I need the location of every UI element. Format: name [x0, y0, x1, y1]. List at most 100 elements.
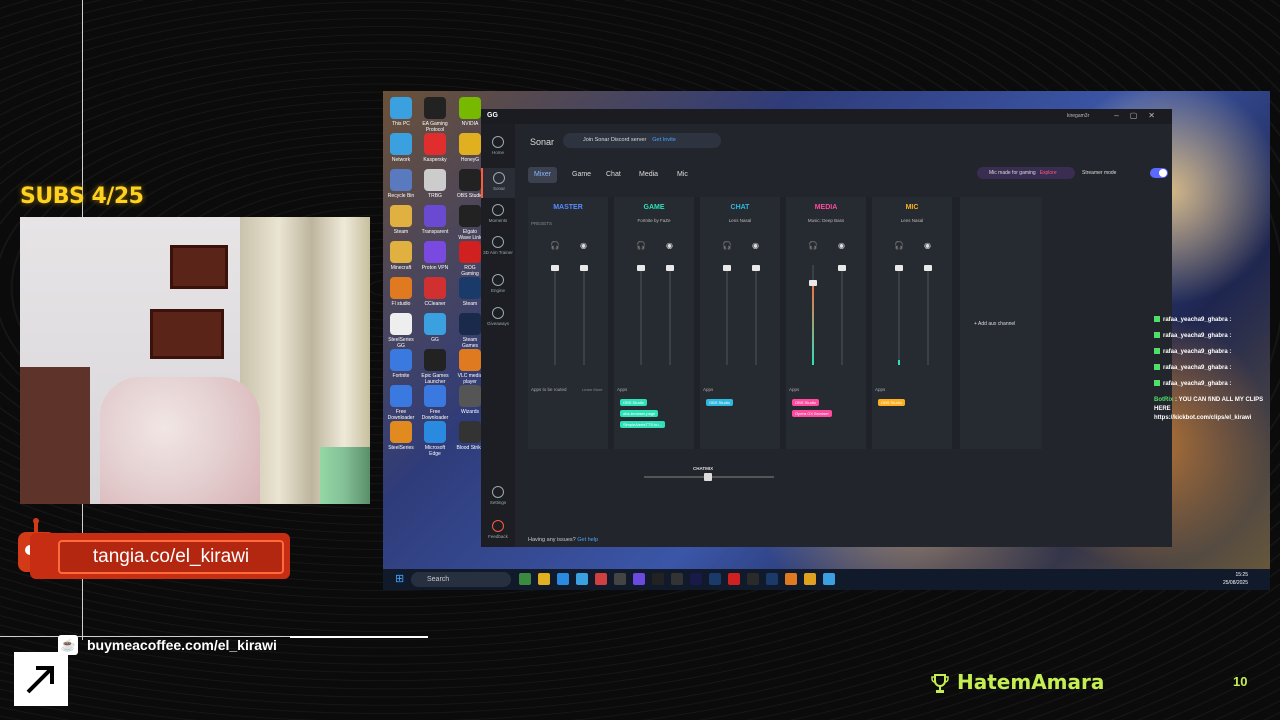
taskbar-app-icon[interactable]: [633, 573, 645, 585]
desktop-icon[interactable]: OBS Studio: [456, 169, 484, 199]
desktop-icon[interactable]: Minecraft: [387, 241, 415, 271]
desktop-icon[interactable]: HoneyG: [456, 133, 484, 163]
taskbar-app-icon[interactable]: [576, 573, 588, 585]
fader-track[interactable]: [726, 265, 728, 365]
fader-knob[interactable]: [809, 280, 817, 286]
app-chip[interactable]: OBS Studio: [878, 399, 905, 406]
fader-track[interactable]: [583, 265, 585, 365]
headphones-icon[interactable]: 🎧: [808, 241, 818, 250]
headphones-icon[interactable]: 🎧: [722, 241, 732, 250]
sidebar-item-sonar[interactable]: Sonar: [481, 168, 515, 198]
channel-preset[interactable]: Fortnite by FaZe: [614, 218, 694, 223]
taskbar-app-icon[interactable]: [614, 573, 626, 585]
fader-track[interactable]: [669, 265, 671, 365]
fader-track[interactable]: [898, 265, 900, 365]
app-chip[interactable]: OBS Studio: [792, 399, 819, 406]
desktop-icon[interactable]: CCleaner: [421, 277, 449, 307]
channel-preset[interactable]: Music: Deep Bass: [786, 218, 866, 223]
discord-banner[interactable]: Join Sonar Discord server Get Invite: [563, 133, 721, 148]
app-chip[interactable]: Opera GX Browser: [792, 410, 832, 417]
desktop-icon[interactable]: Fl studio: [387, 277, 415, 307]
obs-icon[interactable]: [652, 573, 664, 585]
desktop-icon[interactable]: Steam: [387, 205, 415, 235]
stream-icon[interactable]: ◉: [924, 241, 931, 250]
desktop-icon[interactable]: Transparent: [421, 205, 449, 235]
mic-promo[interactable]: Mic made for gaming Explore: [977, 167, 1075, 179]
headphones-icon[interactable]: 🎧: [550, 241, 560, 250]
fader-track[interactable]: [554, 265, 556, 365]
app-chip[interactable]: SimpleAlertsTTS.bu...: [620, 421, 665, 428]
tab-mixer[interactable]: Mixer: [528, 167, 558, 183]
fader-knob[interactable]: [666, 265, 674, 271]
taskbar-app-icon[interactable]: [747, 573, 759, 585]
desktop-icon[interactable]: NVIDIA: [456, 97, 484, 127]
headphones-icon[interactable]: 🎧: [894, 241, 904, 250]
app-chip[interactable]: OBS Studio: [620, 399, 647, 406]
vlc-icon[interactable]: [785, 573, 797, 585]
taskbar-app-icon[interactable]: [595, 573, 607, 585]
desktop-icon[interactable]: Epic Games Launcher: [421, 349, 449, 385]
desktop-icon[interactable]: Proton VPN: [421, 241, 449, 271]
folder-icon[interactable]: [538, 573, 550, 585]
channel-preset[interactable]: Lens Nasal: [872, 218, 952, 223]
desktop-icon[interactable]: ROG Gaming: [456, 241, 484, 277]
fader-knob[interactable]: [895, 265, 903, 271]
edge-icon[interactable]: [557, 573, 569, 585]
user-name[interactable]: kiregam3r: [1067, 113, 1089, 119]
streamer-mode-toggle[interactable]: [1150, 168, 1168, 178]
channel-preset[interactable]: Lens Nasal: [700, 218, 780, 223]
desktop-icon[interactable]: Free Downloader: [387, 385, 415, 421]
desktop-icon[interactable]: Wizards: [456, 385, 484, 415]
desktop-icon[interactable]: SteelSeries GG: [387, 313, 415, 349]
stream-icon[interactable]: ◉: [580, 241, 587, 250]
desktop-icon[interactable]: GG: [421, 313, 449, 343]
sidebar-item-aim-trainer[interactable]: 3D Aim Trainer: [481, 236, 515, 255]
fader-track[interactable]: [927, 265, 929, 365]
desktop-icon[interactable]: Network: [387, 133, 415, 163]
headphones-icon[interactable]: 🎧: [636, 241, 646, 250]
stream-icon[interactable]: ◉: [666, 241, 673, 250]
app-chip[interactable]: OBS Studio: [706, 399, 733, 406]
sidebar-item-settings[interactable]: Settings: [481, 486, 515, 505]
clock[interactable]: 15:25 25/08/2025: [1223, 571, 1248, 587]
desktop-icon[interactable]: TRBG: [421, 169, 449, 199]
steam-icon[interactable]: [766, 573, 778, 585]
stream-icon[interactable]: ◉: [752, 241, 759, 250]
fader-track[interactable]: [755, 265, 757, 365]
desktop-icon[interactable]: Steam Games: [456, 313, 484, 349]
fader-knob[interactable]: [924, 265, 932, 271]
desktop-icon[interactable]: Kaspersky: [421, 133, 449, 163]
fader-knob[interactable]: [580, 265, 588, 271]
taskbar-app-icon[interactable]: [823, 573, 835, 585]
learn-more-link[interactable]: Learn More: [582, 387, 602, 392]
desktop-icon[interactable]: Steam: [456, 277, 484, 307]
fader-knob[interactable]: [723, 265, 731, 271]
get-help-link[interactable]: Get help: [577, 537, 598, 543]
fader-knob[interactable]: [637, 265, 645, 271]
taskbar-app-icon[interactable]: [728, 573, 740, 585]
desktop-icon[interactable]: Recycle Bin: [387, 169, 415, 199]
premiere-icon[interactable]: [690, 573, 702, 585]
tab-media[interactable]: Media: [633, 167, 664, 183]
app-chip[interactable]: obs-browser-page: [620, 410, 659, 417]
sidebar-item-giveaways[interactable]: Giveaways: [481, 307, 515, 326]
fader-knob[interactable]: [551, 265, 559, 271]
sidebar-item-feedback[interactable]: Feedback: [481, 520, 515, 539]
taskbar-app-icon[interactable]: [519, 573, 531, 585]
desktop-icon[interactable]: Blood Strike: [456, 421, 484, 451]
taskbar-app-icon[interactable]: [804, 573, 816, 585]
tab-game[interactable]: Game: [566, 167, 597, 183]
desktop-icon[interactable]: SteelSeries: [387, 421, 415, 451]
desktop-icon[interactable]: This PC: [387, 97, 415, 127]
sidebar-item-home[interactable]: Home: [481, 136, 515, 155]
stream-icon[interactable]: ◉: [838, 241, 845, 250]
fader-knob[interactable]: [838, 265, 846, 271]
fader-track[interactable]: [841, 265, 843, 365]
chatmix-knob[interactable]: [704, 473, 712, 481]
tab-chat[interactable]: Chat: [600, 167, 627, 183]
sidebar-item-engine[interactable]: Engine: [481, 274, 515, 293]
taskbar-search[interactable]: Search: [411, 572, 511, 587]
chatmix-slider[interactable]: CHATMIX: [630, 466, 788, 484]
desktop-icon[interactable]: EA Gaming Protocol: [421, 97, 449, 133]
desktop-icon[interactable]: VLC media player: [456, 349, 484, 385]
